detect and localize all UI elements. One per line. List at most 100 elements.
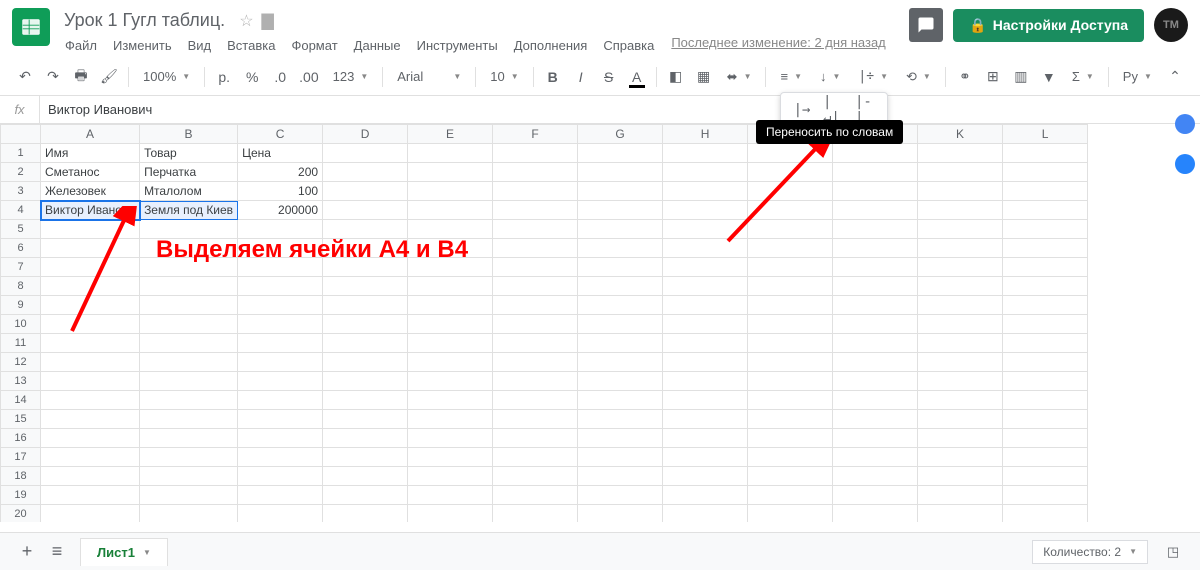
cell-F14[interactable]	[493, 391, 578, 410]
cell-J9[interactable]	[833, 296, 918, 315]
cell-G20[interactable]	[578, 505, 663, 523]
cell-D19[interactable]	[323, 486, 408, 505]
fill-color-button[interactable]: ◧	[663, 64, 689, 90]
cell-L7[interactable]	[1003, 258, 1088, 277]
row-header-18[interactable]: 18	[1, 467, 41, 486]
cell-F13[interactable]	[493, 372, 578, 391]
cell-A14[interactable]	[41, 391, 140, 410]
cell-L5[interactable]	[1003, 220, 1088, 239]
row-header-5[interactable]: 5	[1, 220, 41, 239]
cell-I10[interactable]	[748, 315, 833, 334]
cell-E8[interactable]	[408, 277, 493, 296]
tasks-icon[interactable]	[1175, 154, 1195, 174]
cell-H12[interactable]	[663, 353, 748, 372]
cell-H8[interactable]	[663, 277, 748, 296]
row-header-16[interactable]: 16	[1, 429, 41, 448]
wrap-overflow-option[interactable]: |→	[791, 99, 813, 121]
cell-K7[interactable]	[918, 258, 1003, 277]
cell-G11[interactable]	[578, 334, 663, 353]
cell-F20[interactable]	[493, 505, 578, 523]
cell-G8[interactable]	[578, 277, 663, 296]
cell-L8[interactable]	[1003, 277, 1088, 296]
cell-E12[interactable]	[408, 353, 493, 372]
cell-I20[interactable]	[748, 505, 833, 523]
cell-C16[interactable]	[238, 429, 323, 448]
cell-K20[interactable]	[918, 505, 1003, 523]
cell-K6[interactable]	[918, 239, 1003, 258]
cell-G1[interactable]	[578, 144, 663, 163]
cell-B20[interactable]	[140, 505, 238, 523]
calendar-icon[interactable]	[1175, 114, 1195, 134]
all-sheets-button[interactable]: ≡	[42, 537, 72, 567]
cell-E11[interactable]	[408, 334, 493, 353]
row-header-20[interactable]: 20	[1, 505, 41, 523]
decrease-decimal-button[interactable]: .0	[267, 64, 293, 90]
increase-decimal-button[interactable]: .00	[295, 64, 322, 90]
col-header-C[interactable]: C	[238, 125, 323, 144]
cell-G19[interactable]	[578, 486, 663, 505]
cell-C18[interactable]	[238, 467, 323, 486]
star-icon[interactable]: ☆	[239, 11, 253, 31]
cell-B3[interactable]: Мталолом	[140, 182, 238, 201]
cell-L12[interactable]	[1003, 353, 1088, 372]
row-header-19[interactable]: 19	[1, 486, 41, 505]
row-header-15[interactable]: 15	[1, 410, 41, 429]
vertical-align-button[interactable]: ↓▼	[812, 64, 848, 90]
cell-A2[interactable]: Сметанос	[41, 163, 140, 182]
cell-K13[interactable]	[918, 372, 1003, 391]
cell-J12[interactable]	[833, 353, 918, 372]
cell-C15[interactable]	[238, 410, 323, 429]
cell-J4[interactable]	[833, 201, 918, 220]
row-header-14[interactable]: 14	[1, 391, 41, 410]
row-header-17[interactable]: 17	[1, 448, 41, 467]
cell-B16[interactable]	[140, 429, 238, 448]
cell-G3[interactable]	[578, 182, 663, 201]
cell-L2[interactable]	[1003, 163, 1088, 182]
cell-E17[interactable]	[408, 448, 493, 467]
cell-L15[interactable]	[1003, 410, 1088, 429]
cell-G2[interactable]	[578, 163, 663, 182]
cell-A3[interactable]: Железовек	[41, 182, 140, 201]
cell-E18[interactable]	[408, 467, 493, 486]
cell-K10[interactable]	[918, 315, 1003, 334]
spelling-button[interactable]: Py▼	[1115, 64, 1160, 90]
cell-C2[interactable]: 200	[238, 163, 323, 182]
cell-I9[interactable]	[748, 296, 833, 315]
cell-K19[interactable]	[918, 486, 1003, 505]
cell-B11[interactable]	[140, 334, 238, 353]
cell-K9[interactable]	[918, 296, 1003, 315]
font-size-select[interactable]: 10▼	[482, 64, 526, 90]
cell-E15[interactable]	[408, 410, 493, 429]
cell-J8[interactable]	[833, 277, 918, 296]
cell-F10[interactable]	[493, 315, 578, 334]
menu-edit[interactable]: Изменить	[106, 35, 179, 56]
cell-H14[interactable]	[663, 391, 748, 410]
cell-E1[interactable]	[408, 144, 493, 163]
cell-F15[interactable]	[493, 410, 578, 429]
cell-I8[interactable]	[748, 277, 833, 296]
cell-H15[interactable]	[663, 410, 748, 429]
cell-G14[interactable]	[578, 391, 663, 410]
cell-C11[interactable]	[238, 334, 323, 353]
cell-F16[interactable]	[493, 429, 578, 448]
strikethrough-button[interactable]: S	[596, 64, 622, 90]
cell-J5[interactable]	[833, 220, 918, 239]
cell-J3[interactable]	[833, 182, 918, 201]
cell-G5[interactable]	[578, 220, 663, 239]
cell-B4[interactable]: Земля под Киев	[140, 201, 238, 220]
comments-button[interactable]	[909, 8, 943, 42]
cell-L9[interactable]	[1003, 296, 1088, 315]
cell-B13[interactable]	[140, 372, 238, 391]
text-color-button[interactable]: A	[624, 64, 650, 90]
cell-F2[interactable]	[493, 163, 578, 182]
text-wrap-button[interactable]: |÷▼	[850, 64, 896, 90]
col-header-F[interactable]: F	[493, 125, 578, 144]
cell-D3[interactable]	[323, 182, 408, 201]
cell-F17[interactable]	[493, 448, 578, 467]
cell-G17[interactable]	[578, 448, 663, 467]
cell-E20[interactable]	[408, 505, 493, 523]
cell-L6[interactable]	[1003, 239, 1088, 258]
cell-F5[interactable]	[493, 220, 578, 239]
cell-H9[interactable]	[663, 296, 748, 315]
bold-button[interactable]: B	[540, 64, 566, 90]
